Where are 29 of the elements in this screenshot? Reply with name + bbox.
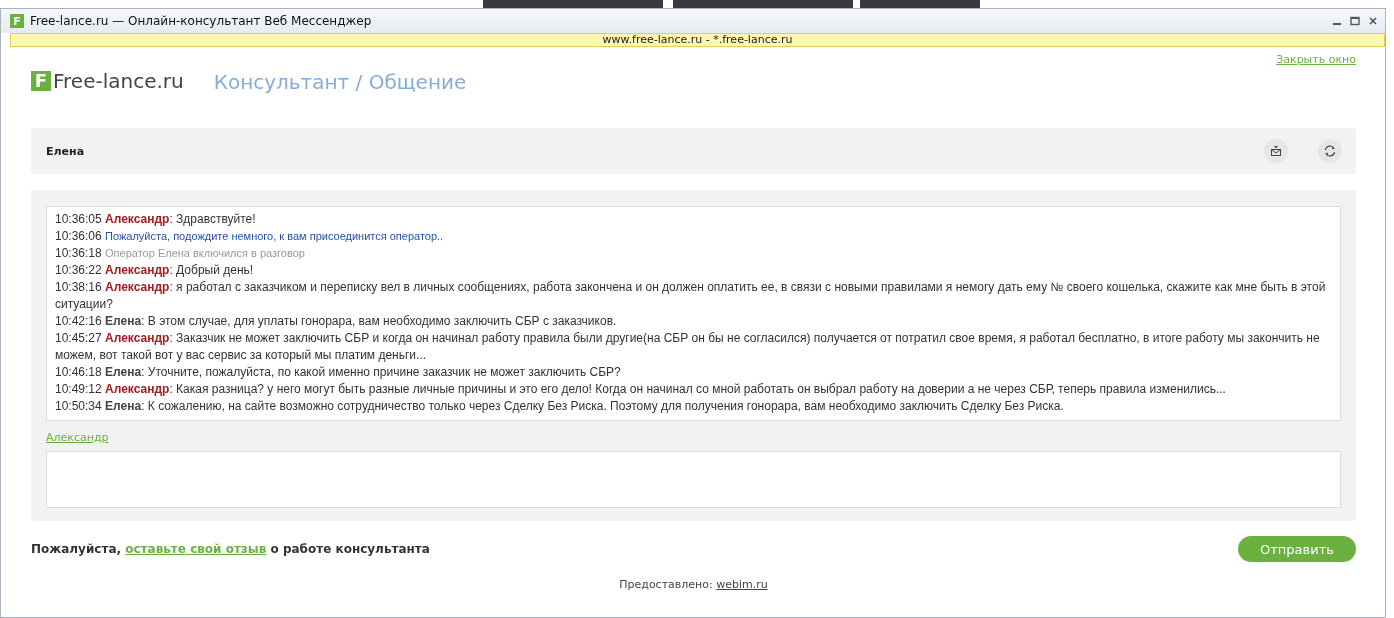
message-input[interactable] xyxy=(46,451,1341,508)
feedback-text: Пожалуйста, оставьте свой отзыв о работе консультанта xyxy=(31,542,431,556)
app-icon: F xyxy=(10,14,24,28)
chat-message: 10:36:22 Александр: Добрый день! xyxy=(55,262,255,279)
close-icon[interactable] xyxy=(1367,15,1379,27)
maximize-icon[interactable] xyxy=(1349,15,1361,27)
chat-message: 10:50:34 Елена: К сожалению, на сайте возможно сотрудничество только через Сделку Без Риска. Поэтому для получения гонорара, вам необходимо заключить Сделку Без Риска. xyxy=(55,398,1065,415)
operator-name: Елена xyxy=(46,144,86,158)
close-window-link[interactable]: Закрыть окно xyxy=(1276,53,1356,66)
chat-message: 10:36:18 Оператор Елена включился в разговор xyxy=(55,245,306,262)
logo-icon: F xyxy=(31,71,51,91)
visitor-name-link[interactable]: Александр xyxy=(46,431,109,444)
powered-by-text: Предоставлено: webim.ru xyxy=(618,578,769,591)
refresh-icon[interactable] xyxy=(1318,139,1342,163)
address-bar: www.free-lance.ru - *.free-lance.ru xyxy=(10,33,1385,47)
feedback-link[interactable]: оставьте свой отзыв xyxy=(125,542,267,556)
chat-message: 10:46:18 Елена: Уточните, пожалуйста, по какой именно причине заказчик не может заключить СБР? xyxy=(55,364,622,381)
chat-message: 10:45:27 Александр: Заказчик не может заключить СБР и когда он начинал работу правила были другие(на СБР он бы не согласился) получается от потратил свое время, я работал бесплатно, в итоге работу мы закончить не можем, вот такой вот у вас сервис за который мы платим деньги... xyxy=(55,330,1321,364)
window-title: Free-lance.ru — Онлайн-консультант Веб Мессенджер xyxy=(30,14,373,28)
chat-message: 10:49:12 Александр: Какая разница? у него могут быть разные личные причины и это его дело! Когда он начинал со мной работать он выбрал работу на доверии а не через СБР, теперь правила изменились... xyxy=(55,381,1227,398)
chat-message: 10:42:16 Елена: В этом случае, для уплаты гонорара, вам необходимо заключить СБР с заказчиков. xyxy=(55,313,618,330)
mail-icon[interactable] xyxy=(1264,139,1288,163)
chat-message: 10:36:06 Пожалуйста, подождите немного, к вам присоединится оператор.. xyxy=(55,228,445,245)
chat-message: 10:38:16 Александр: я работал с заказчиком и переписку вел в личных сообщениях, работа закончена и он должен оплатить ее, в связи с новыми правилами я немогу дать ему № своего кошелька, скажите как мне быть в этой ситуации? xyxy=(55,279,1327,313)
page-title: Консультант / Общение xyxy=(213,70,468,94)
send-button[interactable]: Отправить xyxy=(1238,536,1356,562)
chat-message: 10:36:05 Александр: Здравствуйте! xyxy=(55,211,257,228)
webim-link[interactable]: webim.ru xyxy=(716,578,768,591)
logo-text: Free-lance.ru xyxy=(53,69,184,93)
